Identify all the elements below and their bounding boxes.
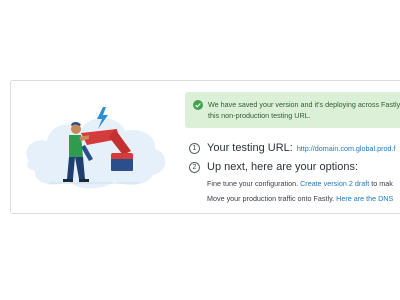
step-1-title: Your testing URL: http://domain.com.globa… bbox=[207, 142, 396, 155]
banner-message-line-1: We have saved your version and it's depl… bbox=[208, 100, 400, 109]
success-banner: We have saved your version and it's depl… bbox=[185, 92, 400, 128]
step-2-number: 2 bbox=[189, 162, 200, 173]
dns-instructions-link[interactable]: Here are the DNS bbox=[336, 194, 393, 203]
option-move-traffic-text: Move your production traffic onto Fastly… bbox=[207, 194, 335, 203]
option-move-traffic: Move your production traffic onto Fastly… bbox=[207, 194, 393, 203]
testing-url-link[interactable]: http://domain.com.global.prod.f bbox=[297, 144, 396, 153]
step-1-title-text: Your testing URL: bbox=[207, 142, 293, 154]
step-1-number: 1 bbox=[189, 143, 200, 154]
banner-message-line-2: this non-production testing URL. bbox=[208, 111, 311, 120]
check-circle-icon bbox=[193, 100, 203, 110]
deploy-success-card: We have saved your version and it's depl… bbox=[10, 80, 400, 214]
option-fine-tune-text: Fine tune your configuration. bbox=[207, 179, 299, 188]
option-fine-tune: Fine tune your configuration. Create ver… bbox=[207, 179, 393, 188]
cloud-shape bbox=[26, 117, 166, 189]
step-2-title: Up next, here are your options: bbox=[207, 161, 359, 173]
create-version-draft-link[interactable]: Create version 2 draft bbox=[300, 179, 369, 188]
deploy-illustration bbox=[26, 107, 166, 189]
option-fine-tune-suffix: to mak bbox=[369, 179, 393, 188]
